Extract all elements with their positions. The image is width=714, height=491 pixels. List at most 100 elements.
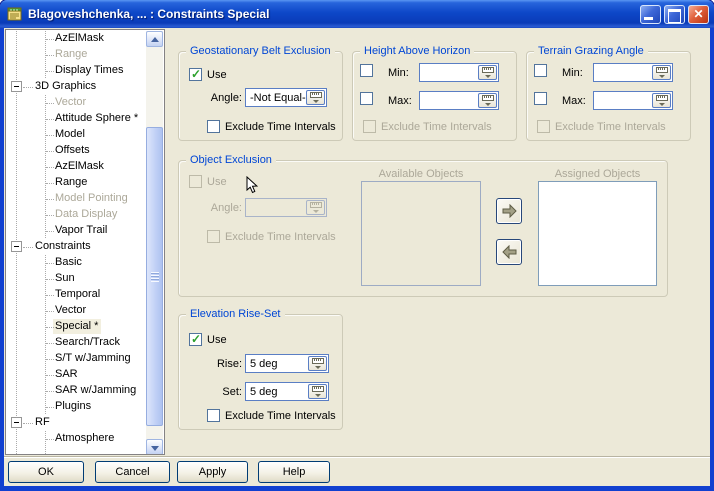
down-arrow-icon xyxy=(151,446,159,451)
tree-item[interactable]: Attitude Sphere * xyxy=(6,111,147,127)
height-max-field[interactable] xyxy=(419,91,499,110)
terrain-min-checkbox[interactable] xyxy=(534,64,547,77)
height-min-label: Min: xyxy=(388,67,409,79)
tree-collapse-icon[interactable] xyxy=(11,81,22,92)
height-exclude-label: Exclude Time Intervals xyxy=(381,121,492,133)
tree-item-label: Model xyxy=(53,127,88,142)
ruler-dropdown-icon xyxy=(310,92,322,103)
tree-item[interactable]: S/T w/Jamming xyxy=(6,351,147,367)
tree-item[interactable]: AzElMask xyxy=(6,159,147,175)
tree-item-label: 3D Graphics xyxy=(33,79,99,94)
ruler-dropdown-icon xyxy=(656,95,668,106)
left-arrow-icon xyxy=(502,245,517,259)
tree-collapse-icon[interactable] xyxy=(11,241,22,252)
height-exclude-checkbox xyxy=(363,120,376,133)
units-button[interactable] xyxy=(652,93,671,108)
tree-item[interactable]: Vector xyxy=(6,303,147,319)
units-button[interactable] xyxy=(478,65,497,80)
units-button[interactable] xyxy=(308,384,327,399)
tree-collapse-icon[interactable] xyxy=(11,417,22,428)
tree-item[interactable]: Model Pointing xyxy=(6,191,147,207)
tree-item-label: Display Times xyxy=(53,63,126,78)
elevation-use-checkbox[interactable] xyxy=(189,333,202,346)
tree-item[interactable]: Vapor Trail xyxy=(6,223,147,239)
assign-object-button[interactable] xyxy=(496,198,522,224)
right-arrow-icon xyxy=(502,204,517,218)
geo-use-checkbox[interactable] xyxy=(189,68,202,81)
tree-item[interactable]: SAR xyxy=(6,367,147,383)
tree-item[interactable]: Temporal xyxy=(6,287,147,303)
elevation-exclude-checkbox[interactable] xyxy=(207,409,220,422)
tree-vertical-scrollbar[interactable] xyxy=(146,31,163,455)
geo-exclude-label: Exclude Time Intervals xyxy=(225,121,336,133)
units-button[interactable] xyxy=(478,93,497,108)
minimize-button[interactable] xyxy=(640,5,661,24)
tree-item-label: Special * xyxy=(53,319,101,334)
tree-item[interactable]: 3D Graphics xyxy=(6,79,147,95)
tree-item-label: Constraints xyxy=(33,239,94,254)
tree-item[interactable]: Model xyxy=(6,127,147,143)
tree-item-label: AzElMask xyxy=(53,159,107,174)
terrain-min-field[interactable] xyxy=(593,63,673,82)
height-min-checkbox[interactable] xyxy=(360,64,373,77)
terrain-max-checkbox[interactable] xyxy=(534,92,547,105)
tree-item[interactable]: SAR w/Jamming xyxy=(6,383,147,399)
tree-item-label: Model Pointing xyxy=(53,191,131,206)
rise-value: 5 deg xyxy=(246,358,308,370)
tree-item[interactable]: Search/Track xyxy=(6,335,147,351)
group-geostationary-belt-exclusion: Geostationary Belt Exclusion Use Angle: … xyxy=(178,51,343,141)
help-button[interactable]: Help xyxy=(258,461,330,483)
ruler-dropdown-icon xyxy=(482,67,494,78)
tree-item-label: Basic xyxy=(53,255,85,270)
remove-object-button[interactable] xyxy=(496,239,522,265)
tree-item[interactable]: Special * xyxy=(6,319,147,335)
height-max-checkbox[interactable] xyxy=(360,92,373,105)
units-button[interactable] xyxy=(308,356,327,371)
tree-item[interactable]: Sun xyxy=(6,271,147,287)
title-bar[interactable]: Blagoveshchenka, ... : Constraints Speci… xyxy=(0,0,714,28)
height-max-label: Max: xyxy=(388,95,412,107)
window-title: Blagoveshchenka, ... : Constraints Speci… xyxy=(28,0,269,28)
available-objects-list xyxy=(361,181,481,286)
units-button[interactable] xyxy=(306,90,325,105)
geo-angle-field[interactable]: -Not Equal- xyxy=(245,88,327,107)
tree-item[interactable]: Atmosphere xyxy=(6,431,147,447)
cancel-button[interactable]: Cancel xyxy=(95,461,170,483)
ok-button[interactable]: OK xyxy=(8,461,84,483)
close-button[interactable] xyxy=(688,5,709,24)
rise-field[interactable]: 5 deg xyxy=(245,354,329,373)
tree-item[interactable]: Display Times xyxy=(6,63,147,79)
units-button[interactable] xyxy=(652,65,671,80)
height-min-field[interactable] xyxy=(419,63,499,82)
set-field[interactable]: 5 deg xyxy=(245,382,329,401)
tree-item[interactable]: Vector xyxy=(6,95,147,111)
tree-item[interactable]: Range xyxy=(6,47,147,63)
terrain-max-field[interactable] xyxy=(593,91,673,110)
set-value: 5 deg xyxy=(246,386,308,398)
ruler-dropdown-icon xyxy=(310,202,322,213)
apply-button[interactable]: Apply xyxy=(177,461,248,483)
tree-item[interactable]: Basic xyxy=(6,255,147,271)
maximize-button[interactable] xyxy=(664,5,685,24)
tree-item[interactable]: Data Display xyxy=(6,207,147,223)
tree-item[interactable]: Range xyxy=(6,175,147,191)
assigned-objects-label: Assigned Objects xyxy=(538,168,657,180)
tree-item[interactable]: AzElMask xyxy=(6,31,147,47)
tree-item[interactable]: Constraints xyxy=(6,239,147,255)
geo-exclude-checkbox[interactable] xyxy=(207,120,220,133)
assigned-objects-list[interactable] xyxy=(538,181,657,286)
geo-angle-value: -Not Equal- xyxy=(246,92,306,104)
tree-item[interactable]: RF xyxy=(6,415,147,431)
scrollbar-thumb[interactable] xyxy=(146,127,163,426)
tree-view[interactable]: AzElMaskRangeDisplay Times3D GraphicsVec… xyxy=(5,29,165,455)
tree-item[interactable]: Offsets xyxy=(6,143,147,159)
up-arrow-icon xyxy=(151,37,159,42)
tree-item-label: Plugins xyxy=(53,399,94,414)
scroll-up-button[interactable] xyxy=(146,31,163,47)
tree-item[interactable]: Plugins xyxy=(6,399,147,415)
scroll-down-button[interactable] xyxy=(146,439,163,455)
geo-angle-label: Angle: xyxy=(205,92,242,104)
group-title: Object Exclusion xyxy=(186,154,276,166)
constraints-special-dialog: Blagoveshchenka, ... : Constraints Speci… xyxy=(0,0,714,491)
group-title: Height Above Horizon xyxy=(360,45,474,57)
